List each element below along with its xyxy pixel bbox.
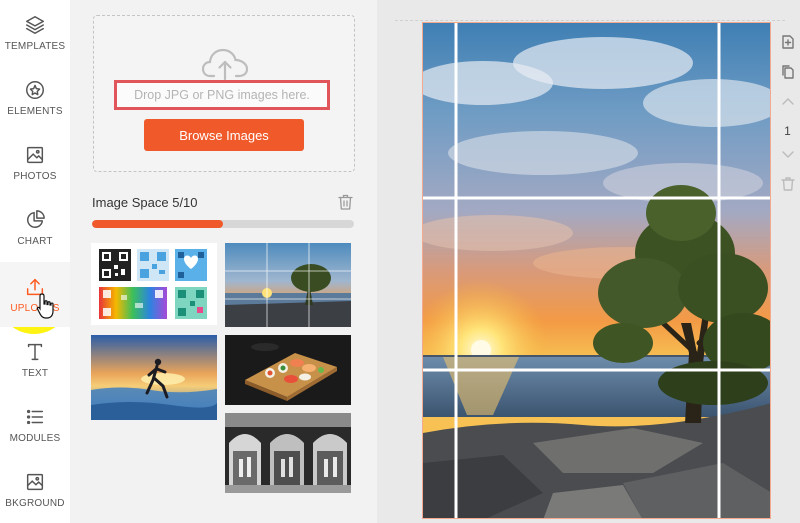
sunset-tree-photo (423, 23, 770, 518)
duplicate-page-button[interactable] (775, 62, 800, 82)
photo-icon (26, 146, 44, 163)
design-canvas-area: 1 (377, 0, 800, 523)
nav-label-elements: ELEMENTS (7, 105, 63, 117)
qr-codes-image (91, 243, 217, 325)
layers-icon (26, 15, 44, 34)
trash-icon (780, 177, 795, 191)
nav-templates[interactable]: TEMPLATES (0, 0, 70, 65)
chevron-down-icon (781, 151, 794, 158)
nav-label-text: TEXT (21, 367, 49, 379)
image-space-progress-fill (92, 220, 223, 228)
text-icon (27, 343, 43, 360)
hand-cursor-icon (36, 293, 54, 319)
chevron-up-icon (781, 98, 794, 105)
elements-icon (26, 80, 44, 99)
drop-instructions: Drop JPG or PNG images here. (134, 88, 310, 102)
image-space-progress (92, 220, 354, 228)
nav-elements[interactable]: ELEMENTS (0, 65, 70, 130)
sushi-image (225, 335, 351, 405)
nav-chart[interactable]: CHART (0, 195, 70, 260)
nav-label-chart: CHART (17, 235, 53, 247)
design-page[interactable] (422, 22, 771, 519)
canvas-guide-line (395, 20, 785, 21)
list-icon (26, 409, 44, 424)
nav-label-photos: PHOTOS (13, 170, 57, 182)
background-icon (26, 473, 44, 490)
nav-label-modules: MODULES (9, 432, 61, 444)
nav-label-background: BKGROUND (5, 497, 65, 509)
page-number: 1 (784, 124, 791, 138)
pie-chart-icon (27, 209, 45, 228)
shop-arcade-image (225, 413, 351, 493)
drop-text-highlight: Drop JPG or PNG images here. (114, 80, 330, 110)
nav-photos[interactable]: PHOTOS (0, 130, 70, 195)
thumbnail-shop-arcade[interactable] (225, 413, 351, 493)
uploads-panel: Drop JPG or PNG images here. Browse Imag… (70, 0, 377, 523)
nav-text[interactable]: TEXT (0, 327, 70, 392)
thumbnail-sushi-platter[interactable] (225, 335, 351, 405)
left-nav: TEMPLATES ELEMENTS PHOTOS CHART UPLOADS … (0, 0, 70, 523)
cloud-upload-icon (202, 48, 248, 80)
page-up-button[interactable] (775, 92, 800, 112)
runner-beach-image (91, 335, 217, 420)
add-page-icon (781, 35, 794, 49)
nav-label-templates: TEMPLATES (4, 40, 66, 52)
thumbnail-sunset-tree-grid[interactable] (225, 243, 351, 327)
nav-uploads[interactable]: UPLOADS (0, 262, 70, 327)
trash-icon[interactable] (338, 194, 353, 210)
sunset-tree-image (225, 243, 351, 327)
thumbnail-qr-codes[interactable] (91, 243, 217, 325)
page-down-button[interactable] (775, 144, 800, 164)
thumbnail-runner-beach[interactable] (91, 335, 217, 420)
nav-modules[interactable]: MODULES (0, 392, 70, 457)
image-space-label: Image Space 5/10 (92, 195, 198, 210)
delete-page-button[interactable] (775, 174, 800, 194)
add-page-button[interactable] (775, 32, 800, 52)
nav-background[interactable]: BKGROUND (0, 457, 70, 522)
browse-images-button[interactable]: Browse Images (144, 119, 304, 151)
drop-zone[interactable]: Drop JPG or PNG images here. Browse Imag… (93, 15, 355, 172)
duplicate-icon (781, 65, 794, 79)
page-tools: 1 (775, 32, 800, 202)
